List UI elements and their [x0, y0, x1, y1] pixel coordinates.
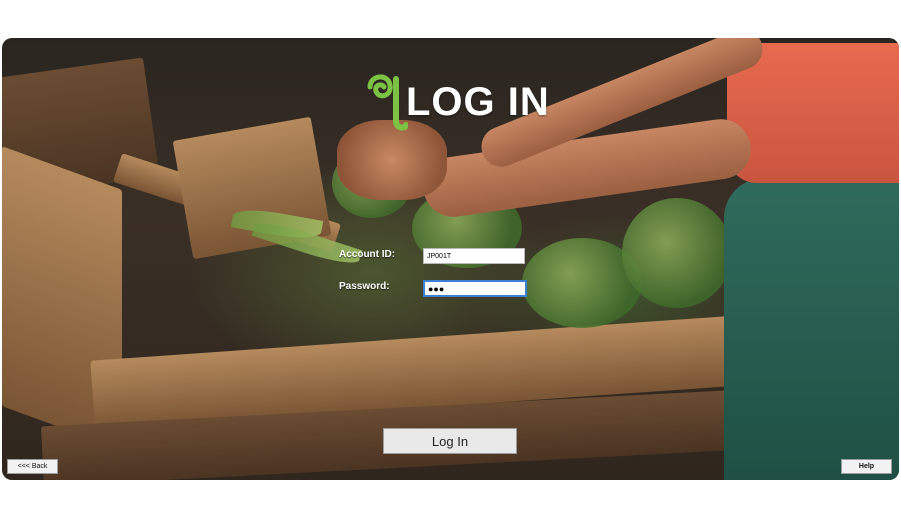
greens-shape	[622, 198, 732, 308]
back-button[interactable]: <<< Back	[7, 459, 58, 474]
account-id-label: Account ID:	[339, 249, 396, 260]
account-id-input[interactable]	[423, 248, 525, 264]
logo-title: LOG IN	[406, 79, 550, 124]
password-label: Password:	[339, 281, 390, 292]
login-logo: LOG IN	[362, 67, 550, 137]
help-button[interactable]: Help	[841, 459, 892, 474]
password-input[interactable]	[423, 280, 527, 297]
login-button[interactable]: Log In	[383, 428, 517, 454]
apron-shape	[724, 178, 899, 480]
swirl-icon	[367, 74, 408, 131]
